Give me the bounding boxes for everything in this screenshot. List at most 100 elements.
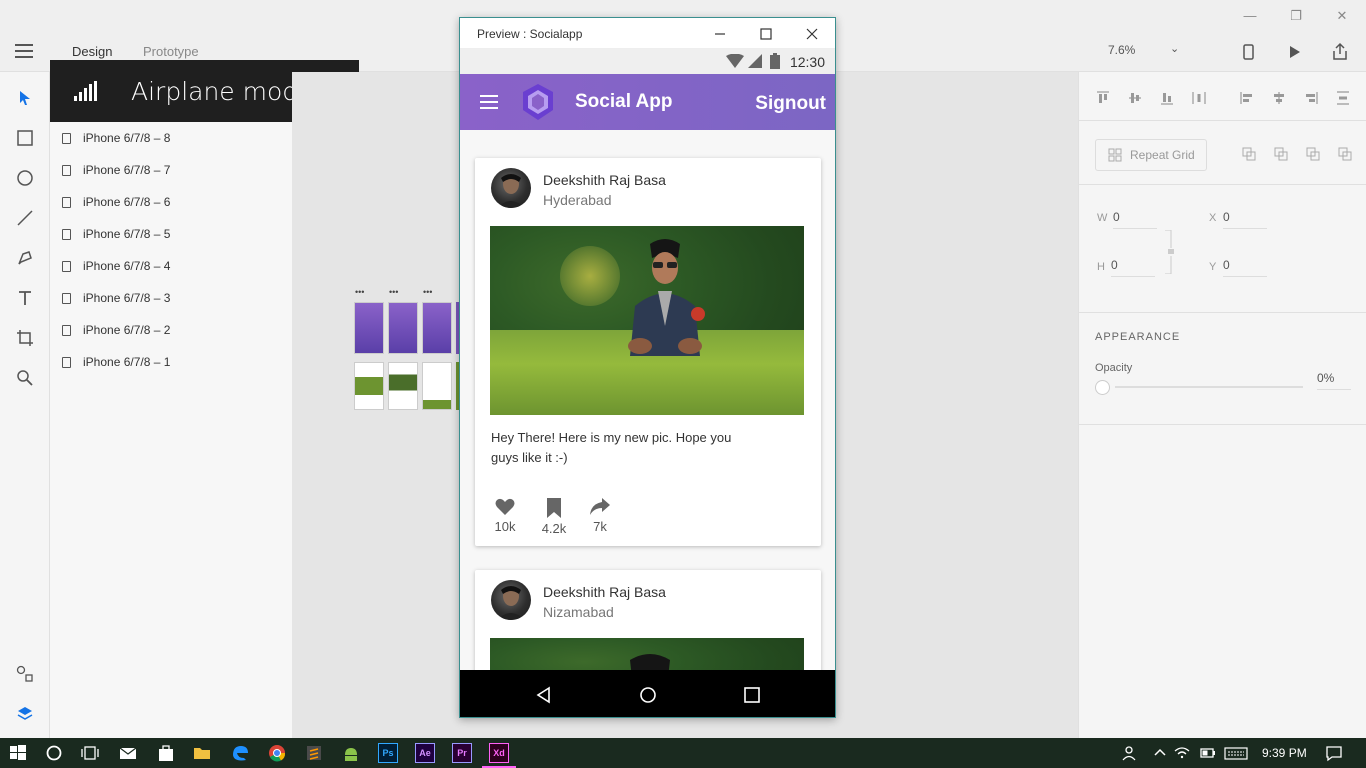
rectangle-tool-icon[interactable] bbox=[15, 128, 35, 148]
play-icon[interactable] bbox=[1284, 42, 1304, 62]
cortana-icon[interactable] bbox=[44, 743, 64, 763]
line-tool-icon[interactable] bbox=[15, 208, 35, 228]
zoom-level[interactable]: 7.6% bbox=[1108, 43, 1135, 57]
width-input[interactable]: 0 bbox=[1113, 210, 1157, 229]
post-author[interactable]: Deekshith Raj Basa bbox=[543, 584, 666, 600]
android-studio-icon[interactable] bbox=[341, 743, 361, 763]
chevron-up-icon[interactable] bbox=[1150, 743, 1170, 763]
align-center-icon[interactable] bbox=[1271, 90, 1287, 106]
people-icon[interactable] bbox=[1120, 743, 1140, 763]
restore-button[interactable]: ❐ bbox=[1286, 6, 1306, 26]
artboard-thumbnail[interactable] bbox=[422, 362, 452, 410]
post-photo[interactable] bbox=[490, 226, 804, 415]
layers-icon[interactable] bbox=[15, 704, 35, 724]
tools-sidebar bbox=[0, 72, 50, 738]
artboard-thumbnail[interactable] bbox=[422, 302, 452, 354]
lock-aspect-icon[interactable] bbox=[1165, 230, 1175, 274]
post-feed[interactable]: Deekshith Raj Basa Hyderabad Hey There! bbox=[460, 130, 835, 670]
photoshop-icon[interactable]: Ps bbox=[378, 743, 398, 763]
layer-item[interactable]: iPhone 6/7/8 – 4 bbox=[62, 256, 170, 276]
avatar[interactable] bbox=[491, 168, 531, 208]
layer-item[interactable]: iPhone 6/7/8 – 5 bbox=[62, 224, 170, 244]
boolean-add-icon[interactable] bbox=[1241, 146, 1257, 162]
align-middle-icon[interactable] bbox=[1127, 90, 1143, 106]
xd-icon[interactable]: Xd bbox=[489, 743, 509, 763]
action-center-icon[interactable] bbox=[1324, 743, 1344, 763]
text-tool-icon[interactable] bbox=[15, 288, 35, 308]
like-button[interactable]: 10k bbox=[485, 498, 525, 534]
artboard-thumbnail[interactable] bbox=[388, 302, 418, 354]
chevron-down-icon[interactable]: ⌄ bbox=[1170, 42, 1179, 55]
align-bottom-icon[interactable] bbox=[1159, 90, 1175, 106]
distribute-vertical-icon[interactable] bbox=[1335, 90, 1351, 106]
back-icon[interactable] bbox=[534, 685, 554, 705]
layer-item[interactable]: iPhone 6/7/8 – 1 bbox=[62, 352, 170, 372]
opacity-slider-handle[interactable] bbox=[1095, 380, 1110, 395]
height-input[interactable]: 0 bbox=[1111, 258, 1155, 277]
home-icon[interactable] bbox=[638, 685, 658, 705]
close-icon[interactable] bbox=[802, 24, 822, 44]
artboard-tool-icon[interactable] bbox=[15, 328, 35, 348]
artboard-icon bbox=[62, 196, 71, 208]
task-view-icon[interactable] bbox=[80, 743, 100, 763]
artboard-thumbnail[interactable] bbox=[354, 362, 384, 410]
minimize-icon[interactable] bbox=[710, 24, 730, 44]
y-input[interactable]: 0 bbox=[1223, 258, 1267, 277]
after-effects-icon[interactable]: Ae bbox=[415, 743, 435, 763]
store-icon[interactable] bbox=[156, 743, 176, 763]
layer-label: iPhone 6/7/8 – 6 bbox=[83, 195, 171, 209]
select-tool-icon[interactable] bbox=[15, 88, 35, 108]
share-icon[interactable] bbox=[1330, 42, 1350, 62]
windows-start-icon[interactable] bbox=[8, 743, 28, 763]
tab-prototype[interactable]: Prototype bbox=[143, 44, 199, 59]
chrome-icon[interactable] bbox=[267, 743, 287, 763]
close-button[interactable]: ✕ bbox=[1332, 6, 1352, 26]
menu-icon[interactable] bbox=[480, 95, 498, 109]
minimize-button[interactable]: — bbox=[1240, 6, 1260, 26]
signout-button[interactable]: Signout bbox=[755, 93, 826, 115]
post-author[interactable]: Deekshith Raj Basa bbox=[543, 172, 666, 188]
align-top-icon[interactable] bbox=[1095, 90, 1111, 106]
sublime-text-icon[interactable] bbox=[304, 743, 324, 763]
artboard-thumbnail[interactable] bbox=[388, 362, 418, 410]
premiere-icon[interactable]: Pr bbox=[452, 743, 472, 763]
artboard-thumbnail[interactable] bbox=[354, 302, 384, 354]
layer-item[interactable]: iPhone 6/7/8 – 7 bbox=[62, 160, 170, 180]
align-right-icon[interactable] bbox=[1303, 90, 1319, 106]
distribute-horizontal-icon[interactable] bbox=[1191, 90, 1207, 106]
boolean-exclude-icon[interactable] bbox=[1337, 146, 1353, 162]
tab-design[interactable]: Design bbox=[72, 44, 113, 67]
bookmark-button[interactable]: 4.2k bbox=[534, 498, 574, 536]
share-button[interactable]: 7k bbox=[580, 498, 620, 534]
wifi-icon[interactable] bbox=[1172, 743, 1192, 763]
edge-icon[interactable] bbox=[230, 743, 250, 763]
align-left-icon[interactable] bbox=[1239, 90, 1255, 106]
boolean-subtract-icon[interactable] bbox=[1273, 146, 1289, 162]
post-location: Hyderabad bbox=[543, 192, 612, 208]
keyboard-icon[interactable] bbox=[1224, 743, 1248, 763]
menu-icon[interactable] bbox=[15, 44, 33, 58]
battery-icon[interactable] bbox=[1198, 743, 1218, 763]
layer-item[interactable]: iPhone 6/7/8 – 8 bbox=[62, 128, 170, 148]
assets-icon[interactable] bbox=[15, 664, 35, 684]
zoom-tool-icon[interactable] bbox=[15, 368, 35, 388]
mail-icon[interactable] bbox=[118, 743, 138, 763]
file-explorer-icon[interactable] bbox=[192, 743, 212, 763]
opacity-input[interactable]: 0% bbox=[1317, 371, 1351, 390]
width-label: W bbox=[1097, 212, 1108, 224]
maximize-icon[interactable] bbox=[756, 24, 776, 44]
layer-item[interactable]: iPhone 6/7/8 – 3 bbox=[62, 288, 170, 308]
post-photo[interactable] bbox=[490, 638, 804, 670]
layer-item[interactable]: iPhone 6/7/8 – 2 bbox=[62, 320, 170, 340]
device-preview-icon[interactable] bbox=[1238, 42, 1258, 62]
pen-tool-icon[interactable] bbox=[15, 248, 35, 268]
repeat-grid-button[interactable]: Repeat Grid bbox=[1095, 139, 1207, 171]
recents-icon[interactable] bbox=[742, 685, 762, 705]
layer-item[interactable]: iPhone 6/7/8 – 6 bbox=[62, 192, 170, 212]
opacity-slider-track[interactable] bbox=[1115, 386, 1303, 388]
boolean-intersect-icon[interactable] bbox=[1305, 146, 1321, 162]
avatar[interactable] bbox=[491, 580, 531, 620]
ellipse-tool-icon[interactable] bbox=[15, 168, 35, 188]
taskbar-clock[interactable]: 9:39 PM bbox=[1262, 746, 1307, 760]
x-input[interactable]: 0 bbox=[1223, 210, 1267, 229]
